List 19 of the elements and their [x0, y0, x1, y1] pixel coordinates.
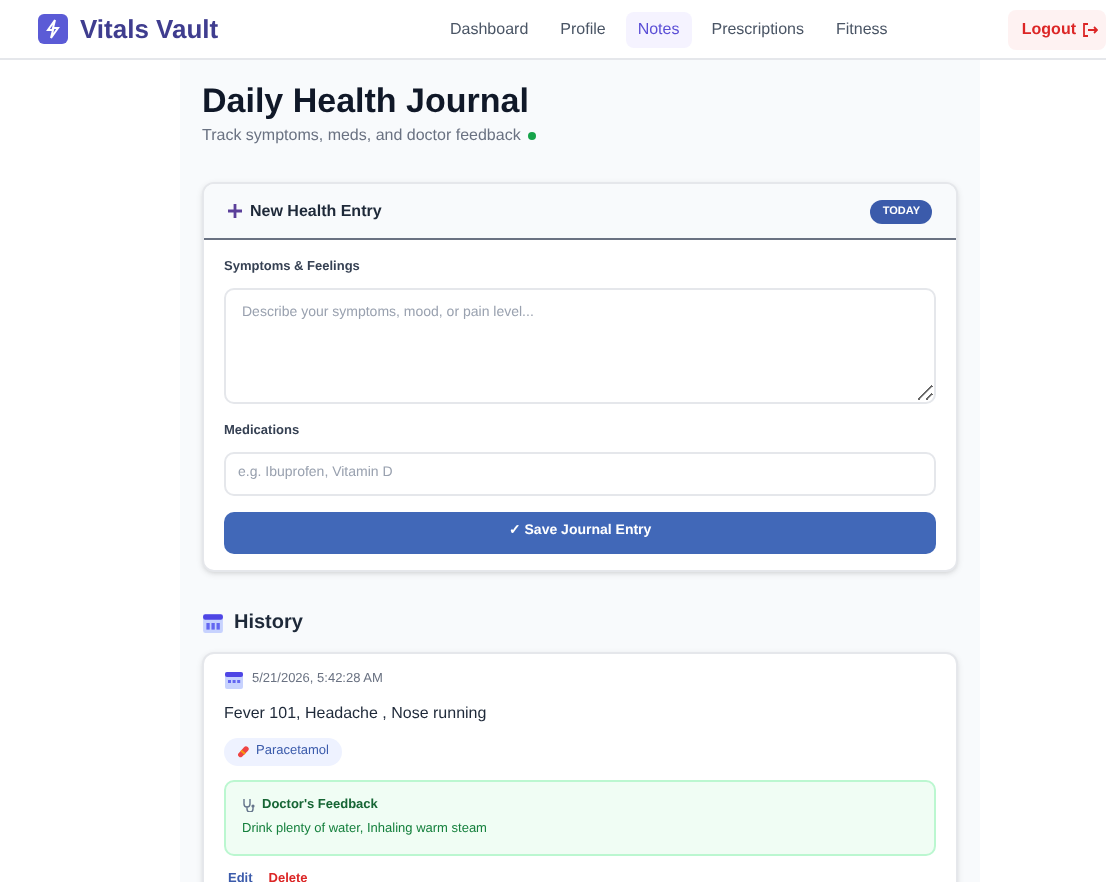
logout-button[interactable]: Logout: [1007, 9, 1106, 49]
logout-icon: [1082, 21, 1098, 37]
stethoscope-icon: [242, 797, 256, 812]
nav-link[interactable]: Dashboard: [438, 11, 541, 47]
brand-name: Vitals Vault: [80, 11, 219, 48]
page-subtitle: Track symptoms, meds, and doctor feedback: [202, 124, 521, 149]
page-title: Daily Health Journal: [202, 80, 531, 123]
pill-icon: [236, 744, 250, 759]
card-title: New Health Entry: [250, 199, 382, 224]
nav-link[interactable]: Notes: [625, 11, 692, 47]
nav-link[interactable]: Fitness: [823, 11, 900, 47]
entry-text: Fever 101, Headache , Nose running: [224, 701, 489, 726]
history-title: History: [234, 609, 303, 638]
calendar-icon: [224, 669, 244, 690]
plus-icon: [228, 204, 242, 219]
nav-link[interactable]: Profile: [548, 11, 618, 47]
calendar-icon: [202, 611, 224, 634]
logo-icon: [38, 14, 68, 44]
nav-link[interactable]: Prescriptions: [699, 11, 816, 47]
